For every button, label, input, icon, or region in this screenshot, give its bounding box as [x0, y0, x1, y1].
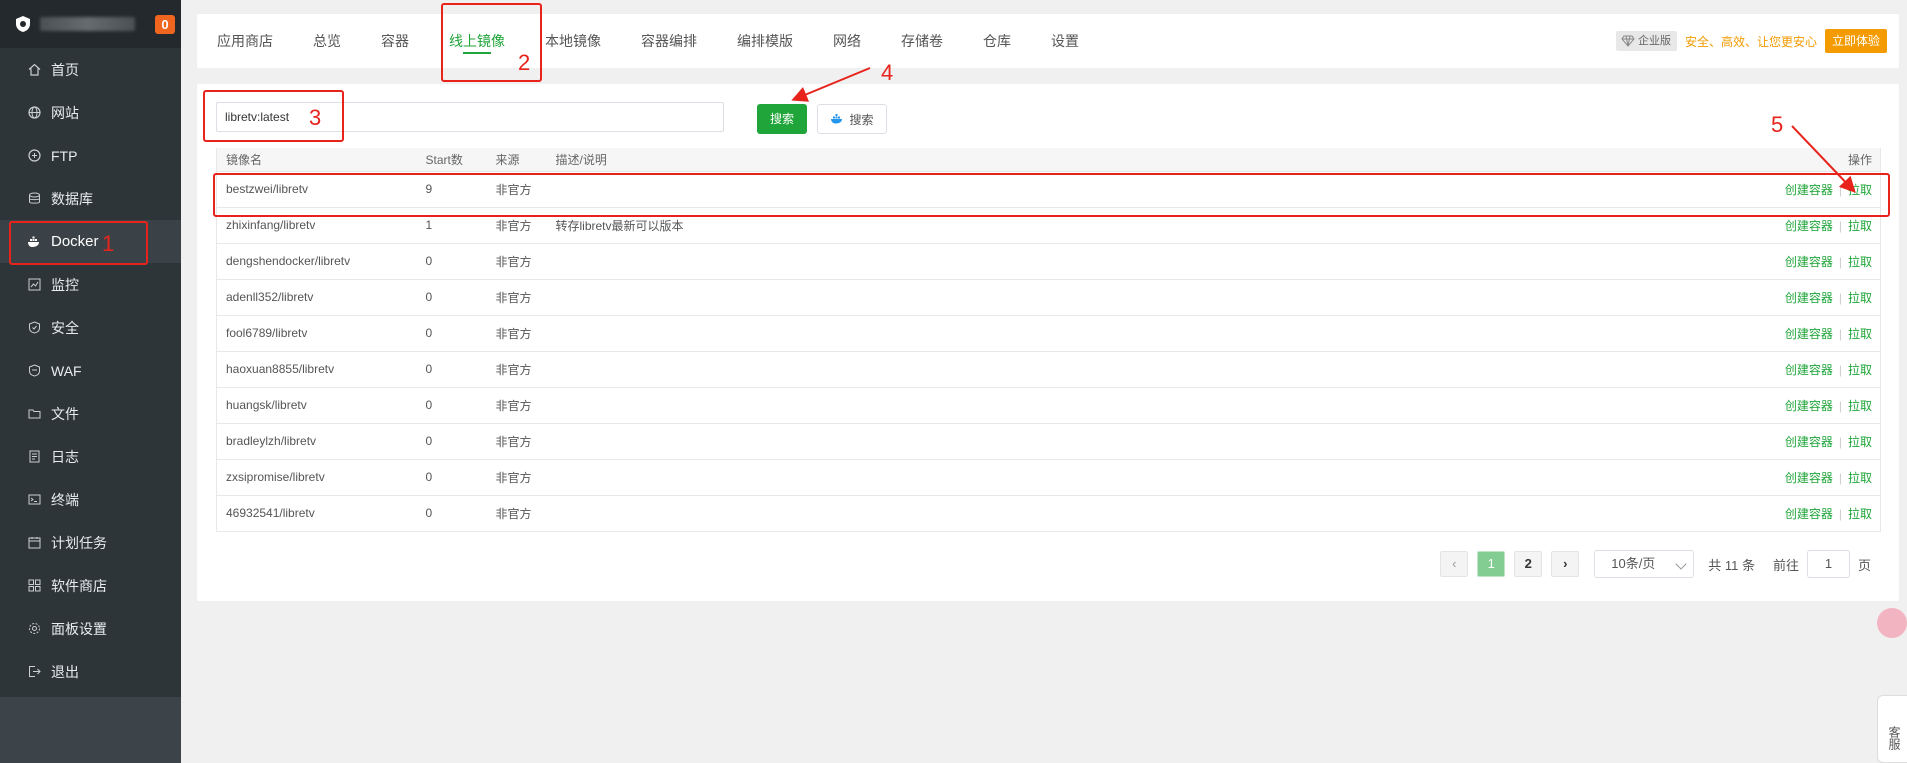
arrow-to-search-button [791, 67, 871, 102]
annotation-arrows [791, 67, 1856, 193]
customer-service-label: 客服 [1887, 726, 1901, 750]
arrow-to-pull-link [1791, 125, 1856, 193]
customer-service-float[interactable]: 客服 [1877, 695, 1907, 763]
translate-float-icon[interactable] [1877, 608, 1907, 638]
